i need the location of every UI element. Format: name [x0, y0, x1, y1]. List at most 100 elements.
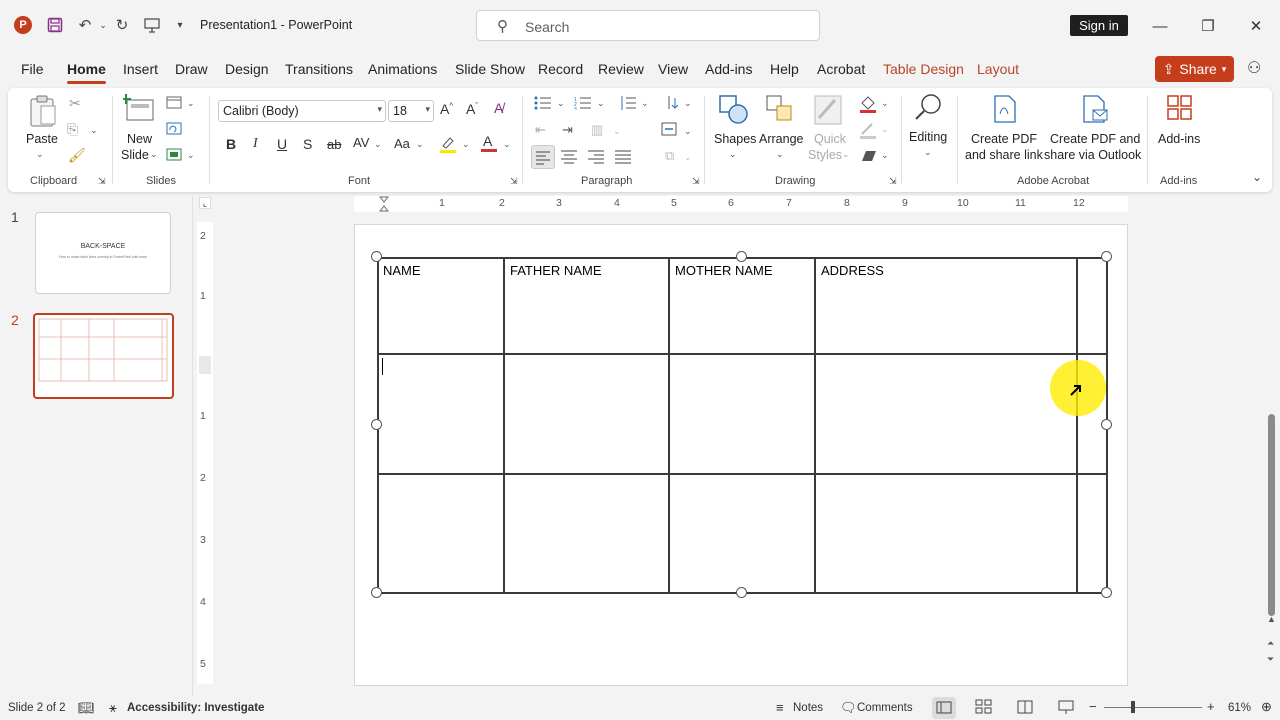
reading-view-icon[interactable]	[1016, 699, 1034, 718]
bullets-icon[interactable]	[534, 96, 552, 113]
highlight-dropdown-icon[interactable]: ⌄	[462, 139, 470, 149]
accessibility-icon[interactable]: ⚹	[109, 700, 117, 716]
drawing-launcher-icon[interactable]: ⇲	[889, 176, 897, 187]
shape-outline-dropdown-icon[interactable]: ⌄	[881, 124, 889, 134]
line-spacing-dropdown-icon[interactable]: ⌄	[641, 98, 649, 108]
zoom-slider[interactable]	[1104, 707, 1202, 708]
vertical-scrollbar[interactable]: ▲ ⏶ ⏷	[1264, 196, 1280, 696]
quick-styles-label-1[interactable]: Quick	[814, 131, 846, 147]
slide-canvas[interactable]	[354, 224, 1128, 686]
slide-thumbnail-1[interactable]: BACK-SPACE How to make table lines overl…	[35, 212, 171, 294]
justify-icon[interactable]	[613, 146, 633, 169]
new-slide-label-1[interactable]: New	[127, 131, 152, 147]
tab-selector[interactable]: ⌞	[199, 197, 211, 209]
create-pdf-outlook-icon[interactable]	[1081, 94, 1109, 127]
tab-draw[interactable]: Draw	[175, 61, 208, 77]
table-column-divider[interactable]	[814, 257, 816, 593]
table-header-cell[interactable]: MOTHER NAME	[675, 263, 773, 278]
share-button[interactable]: ⇪ Share ▾	[1155, 56, 1234, 82]
decrease-indent-icon[interactable]: ⇤	[535, 122, 546, 138]
tab-insert[interactable]: Insert	[123, 61, 158, 77]
editing-dropdown-icon[interactable]: ⌄	[924, 147, 932, 157]
next-slide-icon[interactable]: ⏷	[1267, 654, 1274, 665]
resize-handle[interactable]	[371, 251, 382, 262]
comments-button[interactable]: Comments	[857, 702, 913, 714]
font-size-combo[interactable]: 18 ▾	[388, 100, 434, 122]
table-column-divider[interactable]	[1076, 257, 1078, 593]
fit-to-window-icon[interactable]: ⊕	[1261, 699, 1272, 715]
scroll-up-icon[interactable]: ▲	[1267, 614, 1276, 624]
table-column-divider[interactable]	[668, 257, 670, 593]
create-pdf-icon[interactable]	[992, 94, 1018, 127]
case-dropdown-icon[interactable]: ⌄	[416, 139, 424, 149]
tab-help[interactable]: Help	[770, 61, 799, 77]
character-spacing-icon[interactable]: AV	[353, 135, 369, 150]
resize-handle[interactable]	[1101, 587, 1112, 598]
indent-marker[interactable]	[378, 196, 390, 212]
close-icon[interactable]: ✕	[1244, 14, 1268, 38]
quick-styles-icon[interactable]	[813, 94, 843, 129]
table-row-divider[interactable]	[377, 473, 1107, 475]
minimize-icon[interactable]: —	[1148, 14, 1172, 38]
tab-slide-show[interactable]: Slide Show	[455, 61, 525, 77]
redo-icon[interactable]: ↻	[111, 14, 133, 36]
restore-icon[interactable]: ❐	[1196, 14, 1220, 38]
shape-effects-dropdown-icon[interactable]: ⌄	[881, 150, 889, 160]
zoom-out-icon[interactable]: −	[1089, 699, 1097, 714]
cut-icon[interactable]: ✂	[69, 95, 81, 112]
create-pdf-label-1[interactable]: Create PDF	[971, 131, 1037, 147]
font-launcher-icon[interactable]: ⇲	[510, 176, 518, 187]
section-dropdown-icon[interactable]: ⌄	[187, 150, 195, 160]
font-name-combo[interactable]: Calibri (Body) ▾	[218, 100, 386, 122]
create-pdf-label-2[interactable]: and share link	[965, 147, 1043, 163]
save-icon[interactable]	[44, 14, 66, 36]
align-right-icon[interactable]	[586, 146, 606, 169]
align-text-icon[interactable]	[660, 121, 678, 140]
arrange-dropdown-icon[interactable]: ⌄	[776, 149, 784, 159]
table-header-cell[interactable]: FATHER NAME	[510, 263, 602, 278]
font-color-dropdown-icon[interactable]: ⌄	[503, 139, 511, 149]
search-input[interactable]: ⚲ Search	[476, 10, 820, 41]
tab-layout[interactable]: Layout	[977, 61, 1019, 77]
new-slide-label-2[interactable]: Slide	[121, 147, 149, 163]
numbering-icon[interactable]: 123	[574, 96, 592, 113]
align-center-icon[interactable]	[559, 146, 579, 169]
accessibility-status[interactable]: Accessibility: Investigate	[127, 702, 264, 714]
format-painter-icon[interactable]: 🖌	[68, 147, 86, 164]
arrange-icon[interactable]	[765, 94, 795, 129]
copy-dropdown-icon[interactable]: ⌄	[90, 125, 98, 135]
tab-transitions[interactable]: Transitions	[285, 61, 353, 77]
spelling-icon[interactable]: 📖︎	[78, 700, 95, 716]
shapes-icon[interactable]	[718, 94, 748, 129]
tab-design[interactable]: Design	[225, 61, 269, 77]
spacing-dropdown-icon[interactable]: ⌄	[374, 139, 382, 149]
normal-view-button[interactable]	[932, 697, 956, 719]
italic-icon[interactable]: I	[253, 136, 258, 152]
quick-styles-label-2[interactable]: Styles	[808, 147, 842, 163]
shape-fill-icon[interactable]	[859, 95, 877, 116]
zoom-in-icon[interactable]: +	[1207, 699, 1215, 714]
add-ins-icon[interactable]	[1166, 94, 1194, 125]
resize-handle[interactable]	[371, 587, 382, 598]
sign-in-button[interactable]: Sign in	[1070, 15, 1128, 36]
feedback-icon[interactable]: ⚇	[1247, 58, 1261, 78]
tab-table-design[interactable]: Table Design	[883, 61, 964, 77]
slide-thumbnail-2[interactable]	[33, 313, 174, 399]
resize-handle[interactable]	[371, 419, 382, 430]
layout-dropdown-icon[interactable]: ⌄	[187, 98, 195, 108]
new-slide-dropdown-icon[interactable]: ⌄	[150, 149, 158, 159]
tab-file[interactable]: File	[21, 61, 44, 77]
increase-font-icon[interactable]: A^	[440, 101, 453, 117]
bullets-dropdown-icon[interactable]: ⌄	[557, 98, 565, 108]
customize-toolbar-icon[interactable]: ▾	[169, 14, 191, 36]
create-outlook-label-2[interactable]: share via Outlook	[1044, 147, 1141, 163]
highlight-icon[interactable]	[439, 135, 457, 156]
strikethrough-icon[interactable]: ab	[327, 137, 341, 152]
add-ins-label[interactable]: Add-ins	[1158, 131, 1200, 147]
present-icon[interactable]	[141, 14, 163, 36]
shapes-label[interactable]: Shapes	[714, 131, 756, 147]
paste-icon[interactable]	[28, 94, 58, 131]
tab-add-ins[interactable]: Add-ins	[705, 61, 752, 77]
decrease-font-icon[interactable]: Aˇ	[466, 101, 478, 117]
paragraph-launcher-icon[interactable]: ⇲	[692, 176, 700, 187]
